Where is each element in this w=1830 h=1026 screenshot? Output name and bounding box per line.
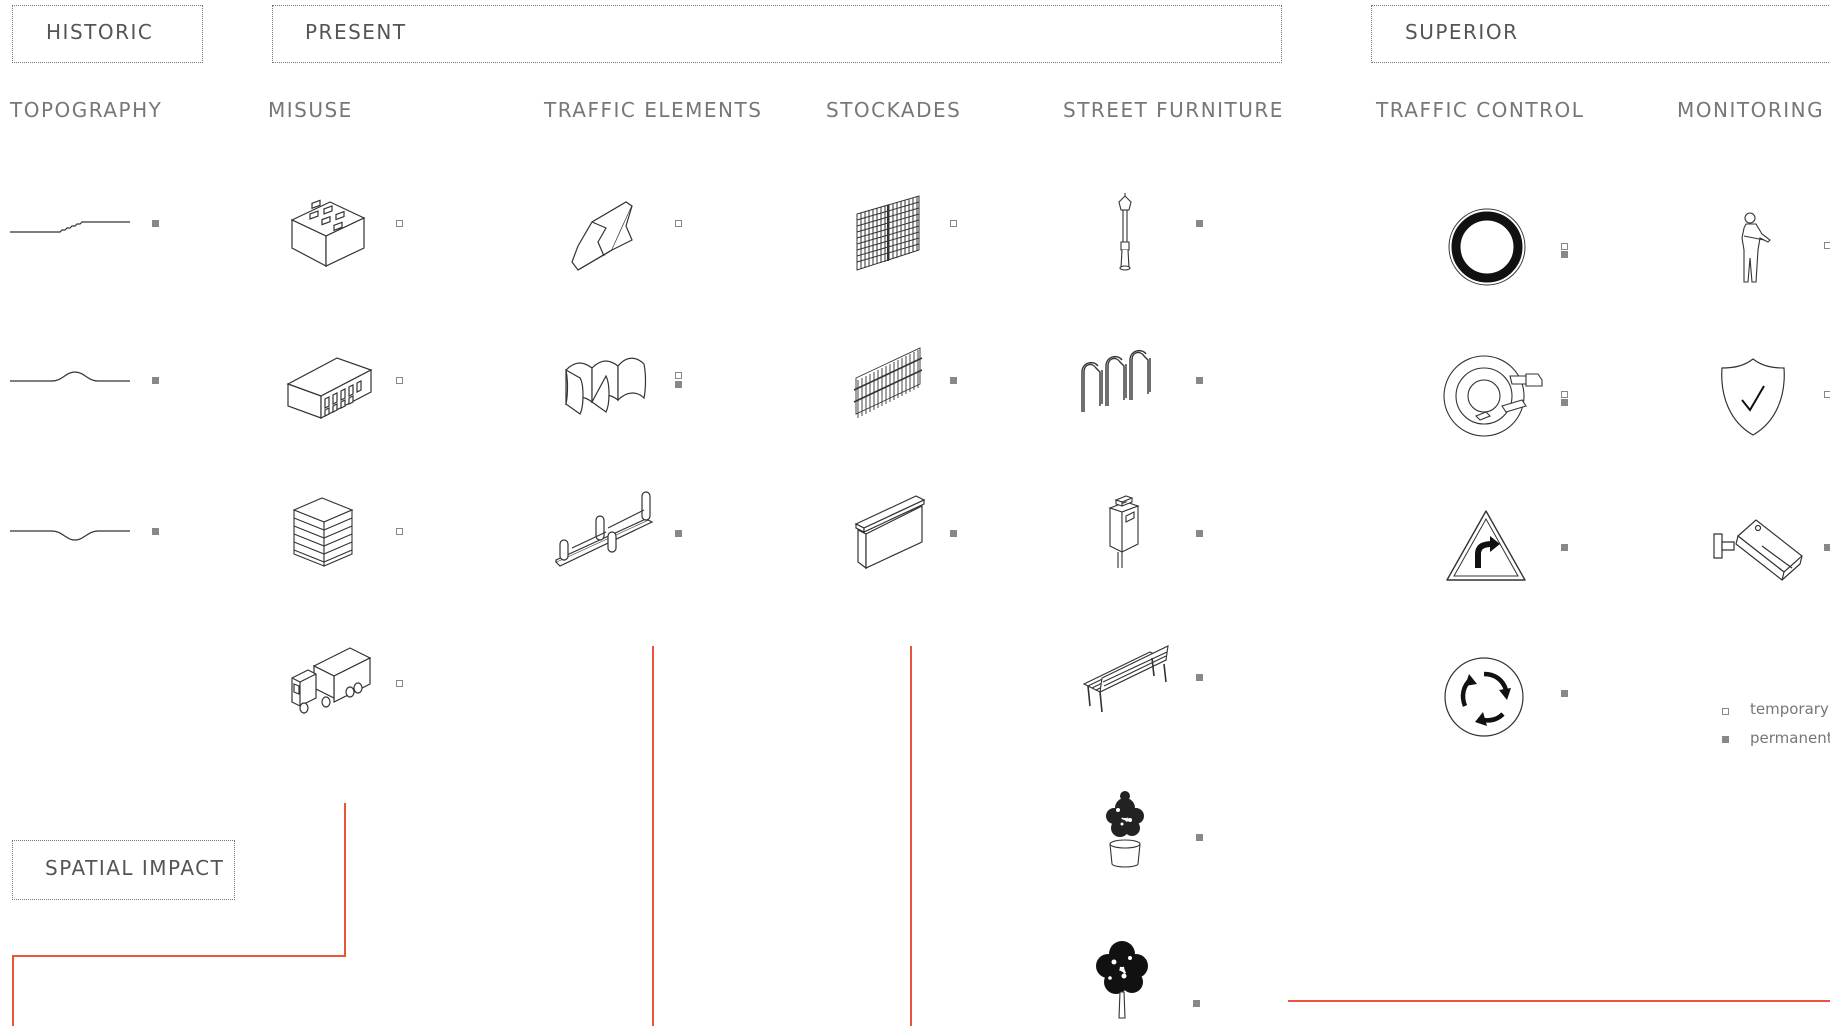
wave-barrier-icon: [562, 344, 648, 424]
column-header-stockades: STOCKADES: [826, 98, 962, 122]
bench-icon: [1080, 640, 1172, 720]
accent-line-misuse-vertical: [344, 803, 346, 957]
no-entry-ring-sign-icon: [1446, 206, 1528, 288]
guard-person-icon: [1730, 210, 1776, 286]
present-section-label: PRESENT: [305, 20, 407, 44]
container-block-icon: [285, 344, 375, 420]
marker-misuse-3: [396, 528, 403, 535]
marker-stockades-2: [950, 377, 957, 384]
step-profile-icon: [10, 210, 132, 240]
superior-section-label: SUPERIOR: [1405, 20, 1519, 44]
marker-monitoring-2: [1824, 391, 1830, 398]
tree-icon: [1096, 941, 1148, 1022]
marker-street-furniture-2: [1196, 377, 1203, 384]
truck-icon: [288, 644, 372, 720]
legend-permanent-label: permanent: [1750, 729, 1830, 747]
marker-topography-2: [152, 377, 159, 384]
marker-monitoring-1: [1824, 242, 1830, 249]
column-header-traffic-control: TRAFFIC CONTROL: [1376, 98, 1585, 122]
potted-plant-icon: [1106, 791, 1144, 870]
accent-line-traffic-elements: [652, 646, 654, 1026]
present-section-box: [272, 5, 1282, 63]
marker-street-furniture-5: [1196, 834, 1203, 841]
mesh-fence-icon: [855, 194, 921, 274]
marker-traffic-elements-2b: [675, 381, 682, 388]
accent-line-superior-horizontal: [1288, 1000, 1830, 1002]
picket-fence-icon: [850, 340, 926, 422]
accent-line-stockades: [910, 646, 912, 1026]
marker-stockades-3: [950, 530, 957, 537]
column-header-monitoring: MONITORING: [1677, 98, 1825, 122]
bump-profile-icon: [10, 368, 132, 398]
accent-line-misuse-horizontal: [12, 955, 346, 957]
marker-traffic-control-3: [1561, 544, 1568, 551]
legend-permanent-marker: [1722, 736, 1729, 743]
sandbag-block-icon: [288, 192, 368, 272]
bollard-rail-icon: [552, 488, 658, 568]
marker-misuse-1: [396, 220, 403, 227]
marker-misuse-4: [396, 680, 403, 687]
marker-stockades-1: [950, 220, 957, 227]
trash-bin-icon: [1104, 494, 1144, 568]
curve-warning-sign-icon: [1444, 508, 1528, 584]
marker-street-furniture-1: [1196, 220, 1203, 227]
cctv-camera-icon: [1710, 516, 1810, 586]
marker-street-furniture-4: [1196, 674, 1203, 681]
marker-misuse-2: [396, 377, 403, 384]
marker-topography-1: [152, 220, 159, 227]
bike-rack-icon: [1080, 346, 1170, 416]
spatial-impact-label: SPATIAL IMPACT: [45, 856, 225, 880]
column-header-traffic-elements: TRAFFIC ELEMENTS: [544, 98, 763, 122]
street-lamp-icon: [1110, 192, 1140, 272]
marker-traffic-control-4: [1561, 690, 1568, 697]
marker-traffic-control-2a: [1561, 391, 1568, 398]
concrete-wall-icon: [852, 492, 928, 572]
roundabout-plan-icon: [1440, 354, 1546, 438]
legend-temporary-marker: [1722, 708, 1729, 715]
marker-traffic-elements-1: [675, 220, 682, 227]
accent-line-left-vertical: [12, 955, 14, 1026]
jersey-barrier-icon: [568, 196, 648, 276]
roundabout-sign-icon: [1443, 656, 1525, 738]
dip-profile-icon: [10, 518, 132, 548]
marker-traffic-control-1a: [1561, 243, 1568, 250]
column-header-street-furniture: STREET FURNITURE: [1063, 98, 1284, 122]
marker-traffic-control-1b: [1561, 251, 1568, 258]
marker-traffic-elements-2a: [675, 372, 682, 379]
marker-street-furniture-6: [1193, 1000, 1200, 1007]
shield-check-icon: [1718, 356, 1788, 438]
marker-street-furniture-3: [1196, 530, 1203, 537]
column-header-topography: TOPOGRAPHY: [10, 98, 163, 122]
marker-traffic-elements-3: [675, 530, 682, 537]
marker-monitoring-3: [1824, 544, 1830, 551]
stacked-plates-icon: [290, 494, 360, 570]
legend-temporary-label: temporary: [1750, 700, 1829, 718]
historic-section-label: HISTORIC: [46, 20, 154, 44]
marker-traffic-control-2b: [1561, 399, 1568, 406]
marker-topography-3: [152, 528, 159, 535]
column-header-misuse: MISUSE: [268, 98, 353, 122]
